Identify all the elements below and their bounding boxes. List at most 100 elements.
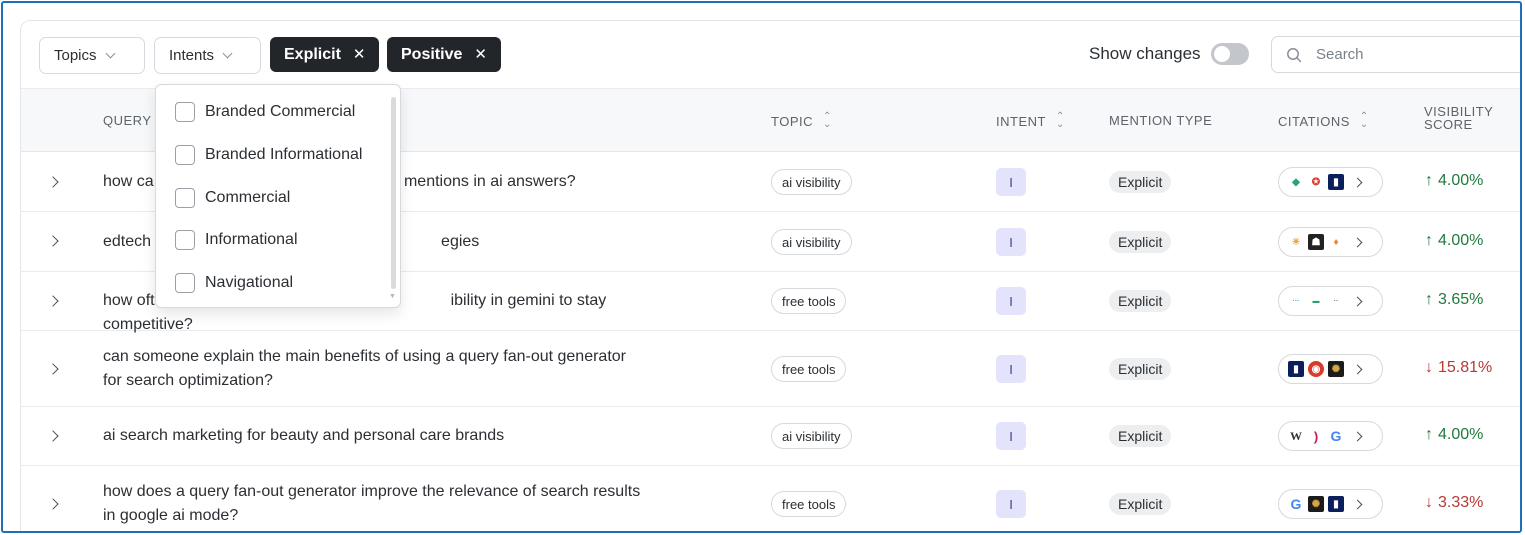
column-header-topic[interactable]: TOPIC ⌃ ⌄ bbox=[771, 111, 832, 130]
arrow-down-icon: ↓ bbox=[1425, 494, 1433, 511]
intent-option-label: Informational bbox=[205, 231, 298, 248]
chevron-down-icon bbox=[105, 48, 115, 59]
red-logo-icon: ✪ bbox=[1308, 174, 1324, 190]
chevron-right-icon[interactable] bbox=[47, 430, 59, 442]
diamond-logo-icon: ◆ bbox=[1288, 174, 1304, 190]
query-text-start: edtech bbox=[103, 233, 152, 250]
blue-logo-icon: ▮ bbox=[1288, 361, 1304, 377]
query-text-start: how ca bbox=[103, 173, 154, 190]
citations-button[interactable]: ☀ ☗ ♦ bbox=[1278, 227, 1383, 257]
show-changes-toggle[interactable] bbox=[1210, 43, 1249, 65]
scroll-down-arrow-icon[interactable]: ▼ bbox=[389, 293, 396, 300]
intent-option-informational[interactable]: Informational bbox=[175, 230, 298, 250]
visibility-score: ↑ 4.00% bbox=[1425, 172, 1483, 190]
table-row[interactable]: how does a query fan-out generator impro… bbox=[21, 466, 1520, 531]
sort-icon: ⌃ ⌄ bbox=[823, 111, 832, 130]
citations-button[interactable]: ▮ ◉ ✺ bbox=[1278, 354, 1383, 384]
visibility-score-value: 4.00% bbox=[1438, 232, 1484, 249]
query-text-start: how oft bbox=[103, 292, 155, 309]
gold-logo-icon: ✺ bbox=[1308, 496, 1324, 512]
visibility-score-value: 3.33% bbox=[1438, 494, 1484, 511]
topics-filter-label: Topics bbox=[54, 47, 97, 64]
query-text-line: can someone explain the main benefits of… bbox=[103, 348, 626, 365]
table-row[interactable]: can someone explain the main benefits of… bbox=[21, 331, 1520, 407]
intent-option-commercial[interactable]: Commercial bbox=[175, 188, 290, 208]
intent-option-branded-commercial[interactable]: Branded Commercial bbox=[175, 102, 355, 122]
search-icon bbox=[1287, 47, 1302, 62]
checkbox[interactable] bbox=[175, 273, 195, 293]
query-text-line: ai search marketing for beauty and perso… bbox=[103, 427, 505, 444]
close-icon[interactable]: ✕ bbox=[353, 47, 366, 62]
mention-type-badge: Explicit bbox=[1109, 231, 1172, 253]
intent-option-label: Navigational bbox=[205, 274, 294, 291]
intent-badge: I bbox=[996, 228, 1026, 256]
search-input[interactable] bbox=[1316, 46, 1516, 63]
topic-pill[interactable]: free tools bbox=[771, 491, 847, 517]
arrow-up-icon: ↑ bbox=[1425, 232, 1433, 249]
intent-option-navigational[interactable]: Navigational bbox=[175, 273, 293, 293]
active-filter-positive: Positive ✕ bbox=[387, 37, 501, 72]
flame-logo-icon: ♦ bbox=[1328, 234, 1344, 250]
topic-pill[interactable]: free tools bbox=[771, 288, 847, 314]
column-header-citations[interactable]: CITATIONS ⌃ ⌄ bbox=[1278, 112, 1369, 130]
topics-filter-button[interactable]: Topics bbox=[39, 37, 145, 74]
query-text-line: how does a query fan-out generator impro… bbox=[103, 483, 641, 500]
intent-option-branded-informational[interactable]: Branded Informational bbox=[175, 145, 362, 165]
intents-filter-button[interactable]: Intents bbox=[154, 37, 261, 74]
column-header-label: CITATIONS bbox=[1278, 113, 1350, 129]
checkbox[interactable] bbox=[175, 230, 195, 250]
citations-button[interactable]: G ✺ ▮ bbox=[1278, 489, 1383, 519]
intent-badge: I bbox=[996, 490, 1026, 518]
column-header-visibility-score[interactable]: VISIBILITY SCORE bbox=[1424, 105, 1504, 131]
active-filter-label: Explicit bbox=[284, 45, 341, 63]
table-row[interactable]: ai search marketing for beauty and perso… bbox=[21, 407, 1520, 466]
topic-pill[interactable]: ai visibility bbox=[771, 229, 852, 255]
intent-badge: I bbox=[996, 422, 1026, 450]
intents-filter-label: Intents bbox=[169, 47, 215, 64]
query-text-end: egies bbox=[441, 233, 480, 250]
ribbon-logo-icon: ) bbox=[1308, 428, 1324, 444]
chevron-right-icon bbox=[1352, 431, 1363, 441]
visibility-score-value: 3.65% bbox=[1438, 291, 1484, 308]
chevron-right-icon[interactable] bbox=[47, 176, 59, 188]
citations-button[interactable]: ◆ ✪ ▮ bbox=[1278, 167, 1383, 197]
citations-button[interactable]: ··· ▬ ·· bbox=[1278, 286, 1383, 316]
query-text-line: in google ai mode? bbox=[103, 507, 239, 524]
column-header-label: INTENT bbox=[996, 113, 1046, 129]
topic-pill[interactable]: ai visibility bbox=[771, 423, 852, 449]
checkbox[interactable] bbox=[175, 188, 195, 208]
visibility-score: ↑ 4.00% bbox=[1425, 426, 1483, 444]
mention-type-badge: Explicit bbox=[1109, 171, 1172, 193]
sun-logo-icon: ☀ bbox=[1288, 234, 1304, 250]
column-header-intent[interactable]: INTENT ⌃ ⌄ bbox=[996, 112, 1065, 130]
chevron-right-icon[interactable] bbox=[47, 363, 59, 375]
column-header-label: VISIBILITY SCORE bbox=[1424, 104, 1494, 132]
show-changes-control: Show changes bbox=[1089, 43, 1249, 65]
topic-pill[interactable]: ai visibility bbox=[771, 169, 852, 195]
gold-logo-icon: ✺ bbox=[1328, 361, 1344, 377]
column-header-label: TOPIC bbox=[771, 113, 813, 129]
visibility-score-value: 15.81% bbox=[1438, 359, 1493, 376]
topic-pill[interactable]: free tools bbox=[771, 356, 847, 382]
column-header-label: MENTION TYPE bbox=[1109, 113, 1213, 128]
toggle-knob bbox=[1213, 46, 1230, 62]
query-text: how does a query fan-out generator impro… bbox=[103, 480, 693, 528]
dropdown-scrollbar[interactable] bbox=[391, 97, 396, 289]
chevron-right-icon[interactable] bbox=[47, 295, 59, 307]
close-icon[interactable]: ✕ bbox=[474, 47, 487, 62]
citations-button[interactable]: W ) G bbox=[1278, 421, 1383, 451]
chevron-right-icon[interactable] bbox=[47, 498, 59, 510]
visibility-score-value: 4.00% bbox=[1438, 426, 1484, 443]
active-filter-label: Positive bbox=[401, 45, 463, 63]
mention-type-badge: Explicit bbox=[1109, 290, 1172, 312]
query-text: can someone explain the main benefits of… bbox=[103, 345, 693, 393]
red-face-logo-icon: ◉ bbox=[1308, 361, 1324, 377]
search-field[interactable] bbox=[1271, 36, 1520, 73]
chevron-right-icon bbox=[1352, 364, 1363, 374]
chevron-right-icon[interactable] bbox=[47, 235, 59, 247]
checkbox[interactable] bbox=[175, 145, 195, 165]
visibility-score: ↑ 4.00% bbox=[1425, 232, 1483, 250]
chevron-right-icon bbox=[1352, 177, 1363, 187]
column-header-query[interactable]: QUERY bbox=[103, 113, 152, 128]
checkbox[interactable] bbox=[175, 102, 195, 122]
